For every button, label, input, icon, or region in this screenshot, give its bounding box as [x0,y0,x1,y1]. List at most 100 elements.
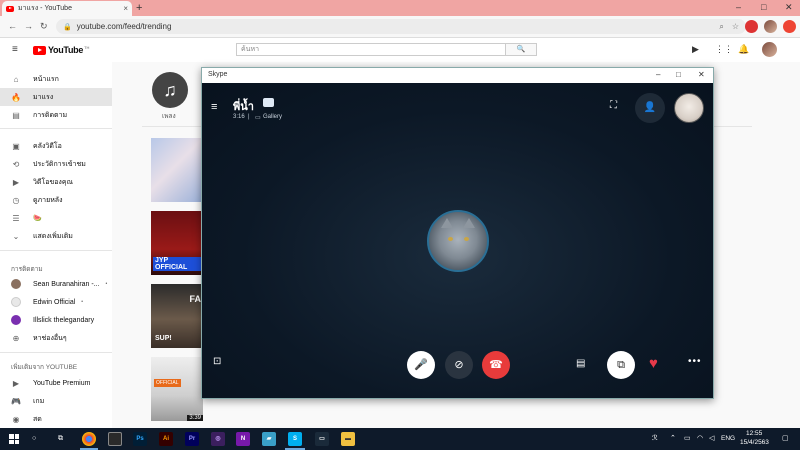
share-screen-button[interactable]: ⧉ [607,351,635,379]
chrome-taskbar-icon[interactable] [82,432,96,446]
screenshot-icon[interactable]: ⊡ [213,357,221,367]
header-separator: | [248,114,250,120]
subscriptions-heading: การติดตาม [11,266,43,273]
photoshop-taskbar-icon[interactable]: Ps [133,432,147,446]
sidebar-item-your-videos[interactable]: ▶ วิดีโอของคุณ [0,173,112,191]
network-icon[interactable]: ▭ [684,434,691,443]
create-video-icon[interactable]: ▶ [692,44,699,54]
search-button[interactable]: 🔍 [506,43,537,56]
video-thumbnail[interactable]: JYP OFFICIAL [151,211,203,275]
sidebar-item-youtube-premium[interactable]: ▶ YouTube Premium [0,374,112,392]
sidebar-item-channel[interactable]: Edwin Official • [0,293,112,311]
clock-date[interactable]: 15/4/2563 [740,439,769,446]
sidebar-item-label: แสดงเพิ่มเติม [33,232,73,240]
hang-up-button[interactable]: ☎ [482,351,510,379]
guide-menu-icon[interactable]: ≡ [12,45,18,55]
url-text[interactable]: youtube.com/feed/trending [77,22,712,31]
people-icon[interactable]: ℛ [652,434,658,443]
layout-switch-icon[interactable]: ⛶ [610,101,617,111]
sidebar-item-channel[interactable]: Sean Buranahiran -... • [0,275,112,293]
live-icon: ◉ [12,414,20,424]
profile-avatar[interactable] [764,20,777,33]
heart-reaction-icon[interactable]: ♥ [649,356,658,371]
skype-menu-icon[interactable]: ≡ [211,102,217,113]
sidebar-item-gaming[interactable]: 🎮 เกม [0,392,112,410]
sidebar-item-live[interactable]: ◉ สด [0,410,112,428]
terminal-taskbar-icon[interactable] [108,432,122,446]
sidebar-item-channel[interactable]: Illslick thelegandary [0,311,112,329]
maximize-button[interactable]: □ [761,1,766,13]
skype-title-bar[interactable]: Skype – □ ✕ [202,68,713,83]
new-tab-button[interactable]: + [136,2,142,14]
browser-tab[interactable]: มาแรง - YouTube × [2,1,132,16]
start-button[interactable] [9,434,19,444]
sidebar-item-label: สด [33,415,42,423]
video-thumbnail[interactable]: OFFICIAL 3:39 [151,357,203,421]
self-avatar[interactable] [674,93,704,123]
sidebar-item-history[interactable]: ⟲ ประวัติการเข้าชม [0,155,112,173]
sidebar-item-label: หน้าแรก [33,75,59,83]
thumbnail-badge: JYP OFFICIAL [153,257,203,271]
close-button[interactable]: ✕ [785,1,793,13]
bookmark-star-icon[interactable]: ☆ [732,22,739,31]
notifications-bell-icon[interactable]: 🔔 [738,44,749,54]
volume-icon[interactable]: ◁ [709,434,714,443]
search-input[interactable]: ค้นหา [236,43,506,56]
skype-taskbar-icon[interactable]: S [288,432,302,446]
wifi-icon[interactable]: ◠ [697,434,703,443]
sidebar-item-show-more[interactable]: ⌄ แสดงเพิ่มเติม [0,227,112,245]
tray-chevron-icon[interactable]: ⌃ [670,434,676,443]
sidebar-item-watch-later[interactable]: ◷ ดูภายหลัง [0,191,112,209]
sidebar-item-subscriptions[interactable]: ▤ การติดตาม [0,106,112,124]
reload-icon[interactable]: ↻ [40,21,48,31]
logo-text: YouTube [48,45,84,55]
microphone-button[interactable]: 🎤 [407,351,435,379]
clock-time[interactable]: 12:55 [746,430,762,437]
extension-icon[interactable] [745,20,758,33]
minimize-button[interactable]: – [736,1,741,13]
skype-close-button[interactable]: ✕ [698,69,705,81]
app-taskbar-icon[interactable]: ▰ [262,432,276,446]
zoom-search-icon[interactable]: ⌕ [719,22,723,32]
channel-name: Sean Buranahiran -... [33,280,100,288]
add-circle-icon: ⊕ [12,333,20,343]
app-taskbar-icon[interactable]: ◎ [211,432,225,446]
chat-icon[interactable]: ▤ [576,359,585,369]
sidebar-item-trending[interactable]: 🔥 มาแรง [0,88,112,106]
menu-badge-icon[interactable] [783,20,796,33]
sidebar-item-browse-channels[interactable]: ⊕ หาช่องอื่นๆ [0,329,112,347]
omnibox[interactable]: 🔒 youtube.com/feed/trending ⌕ ☆ [56,19,746,34]
file-explorer-taskbar-icon[interactable]: ▬ [341,432,355,446]
back-icon[interactable]: ← [8,21,17,31]
skype-minimize-button[interactable]: – [656,69,660,81]
sidebar-item-home[interactable]: ⌂ หน้าแรก [0,70,112,88]
microphone-icon: 🎤 [414,359,428,371]
tab-close-button[interactable]: × [123,4,128,13]
youtube-logo[interactable]: YouTube TH [33,45,89,55]
more-options-icon[interactable]: ••• [688,357,702,367]
sidebar-item-label: หาช่องอื่นๆ [33,334,67,342]
app-taskbar-icon[interactable]: ▭ [315,432,329,446]
video-thumbnail[interactable] [151,138,203,202]
skype-maximize-button[interactable]: □ [676,69,681,81]
forward-icon[interactable]: → [24,21,33,31]
sidebar-item-playlist[interactable]: ☰ 🍉 [0,209,112,227]
illustrator-taskbar-icon[interactable]: Ai [159,432,173,446]
music-category-button[interactable]: ♫ [152,72,188,108]
task-view-icon[interactable]: ⧉ [58,434,63,443]
view-mode-label[interactable]: Gallery [263,114,282,120]
apps-grid-icon[interactable]: ⋮⋮ [715,44,733,54]
premiere-taskbar-icon[interactable]: Pr [185,432,199,446]
onenote-taskbar-icon[interactable]: N [236,432,250,446]
notifications-icon[interactable]: ▢ [782,434,789,443]
add-participant-button[interactable]: 👤 [635,93,665,123]
camera-off-button[interactable]: ⊘ [445,351,473,379]
cat-eye-left [448,237,453,241]
sidebar-item-library[interactable]: ▣ คลังวิดีโอ [0,137,112,155]
language-indicator[interactable]: ENG [721,434,735,443]
more-from-youtube-heading: เพิ่มเติมจาก YOUTUBE [11,364,78,371]
add-person-icon: 👤 [643,102,657,113]
video-thumbnail[interactable]: FA SUP! [151,284,203,348]
avatar[interactable] [762,42,777,57]
search-icon[interactable]: ○ [32,434,36,443]
